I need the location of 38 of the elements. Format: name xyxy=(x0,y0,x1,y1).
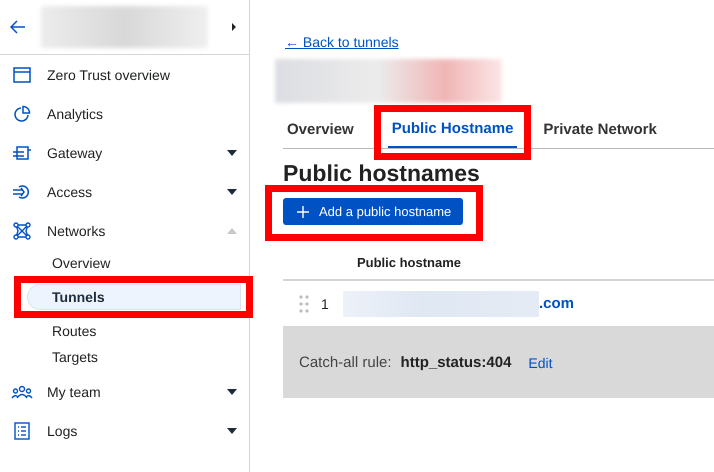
caret-icon[interactable] xyxy=(227,188,237,194)
drag-handle-icon[interactable] xyxy=(299,294,309,312)
column-header: Public hostname xyxy=(357,255,462,270)
gateway-icon xyxy=(12,144,32,160)
add-hostname-button[interactable]: Add a public hostname xyxy=(283,198,464,225)
row-number: 1 xyxy=(320,296,330,312)
tab[interactable]: Private Network xyxy=(539,121,661,148)
sidebar-subitem[interactable]: Overview xyxy=(27,250,241,276)
list-icon xyxy=(14,422,30,440)
catch-all-label: Catch-all rule: xyxy=(299,354,392,371)
tab[interactable]: Overview xyxy=(283,121,358,148)
sidebar-item[interactable]: Networks xyxy=(0,211,249,250)
catch-all-value: http_status:404 xyxy=(400,354,512,371)
back-link[interactable]: ← Back to tunnels xyxy=(285,34,399,50)
caret-icon[interactable] xyxy=(231,22,237,32)
window-icon xyxy=(13,66,31,82)
caret-icon[interactable] xyxy=(227,150,237,156)
sidebar-item[interactable]: Analytics xyxy=(0,94,249,133)
caret-icon[interactable] xyxy=(227,388,237,394)
team-icon xyxy=(11,384,33,398)
tab[interactable]: Public Hostname xyxy=(388,120,518,148)
sidebar-item[interactable]: Access xyxy=(0,172,249,211)
section-heading: Public hostnames xyxy=(283,160,481,187)
sidebar-subitem[interactable]: Tunnels xyxy=(27,284,241,310)
plus-icon xyxy=(297,206,309,218)
sidebar-item[interactable]: Logs xyxy=(0,411,249,450)
network-icon xyxy=(13,222,31,240)
hostname-link[interactable]: .com xyxy=(539,295,574,312)
back-arrow-icon[interactable] xyxy=(10,20,26,34)
sidebar-item[interactable]: My team xyxy=(0,372,249,411)
sidebar-item[interactable]: Gateway xyxy=(0,133,249,172)
edit-link[interactable]: Edit xyxy=(528,354,553,370)
sidebar-item[interactable]: Zero Trust overview xyxy=(0,55,249,94)
sidebar-subitem[interactable]: Targets xyxy=(27,344,241,370)
pie-chart-icon xyxy=(13,104,31,122)
sidebar-subitem[interactable]: Routes xyxy=(27,318,241,344)
sign-in-icon xyxy=(12,184,32,200)
caret-icon[interactable] xyxy=(227,428,237,434)
